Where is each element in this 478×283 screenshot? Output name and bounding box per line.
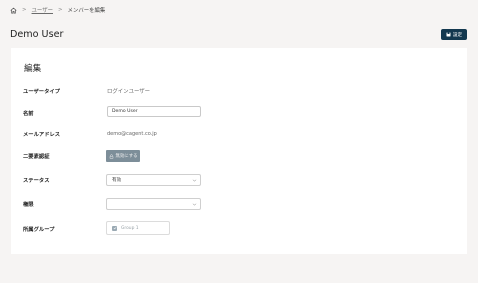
status-selected-value: 有効 [112,178,122,183]
group-checkbox[interactable] [112,225,117,231]
name-label: 名前 [23,111,34,117]
group-option[interactable]: Group 1 [106,221,170,235]
status-select[interactable]: 有効 [106,174,201,186]
edit-form-card: 編集 ユーザータイプ ログインユーザー 名前 Demo User メールアドレス… [11,48,467,254]
lock-icon [109,153,113,159]
page-title: Demo User [10,29,64,40]
status-label: ステータス [23,178,50,184]
email-value: demo@cagent.co.jp [107,131,157,137]
section-title: 編集 [24,64,42,74]
save-icon [446,32,451,37]
disable-two-factor-label: 無効にする [115,154,138,159]
name-input[interactable]: Demo User [107,106,201,117]
email-label: メールアドレス [23,132,61,138]
save-button[interactable]: 設定 [441,29,467,40]
chevron-down-icon [192,179,197,182]
breadcrumb: > ユーザー > メンバーを編集 [10,6,105,14]
breadcrumb-separator: > [22,7,27,13]
home-icon[interactable] [10,7,17,14]
permission-select[interactable] [106,198,201,210]
group-option-label: Group 1 [121,225,139,231]
permission-label: 権限 [23,202,34,208]
two-factor-label: 二要素認証 [23,154,50,160]
chevron-down-icon [192,203,197,206]
breadcrumb-current: メンバーを編集 [67,8,106,14]
disable-two-factor-button[interactable]: 無効にする [106,150,140,162]
user-type-label: ユーザータイプ [23,89,60,95]
save-button-label: 設定 [452,32,463,38]
breadcrumb-separator: > [58,7,63,13]
user-type-value: ログインユーザー [107,89,151,95]
check-icon [113,227,116,230]
group-label: 所属グループ [23,227,55,233]
breadcrumb-users-link[interactable]: ユーザー [32,6,53,14]
